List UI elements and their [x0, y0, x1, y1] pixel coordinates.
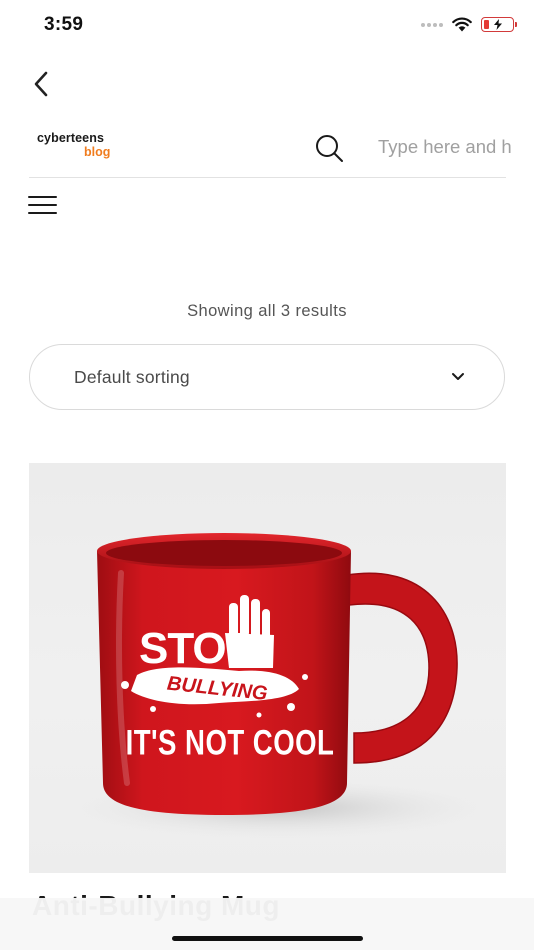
status-bar: 3:59	[0, 0, 534, 54]
logo-text-bottom: blog	[84, 144, 111, 159]
back-button[interactable]	[26, 66, 56, 102]
site-logo[interactable]: cyberteens blog	[37, 132, 132, 158]
bottom-bar	[0, 898, 534, 950]
status-time: 3:59	[44, 14, 84, 35]
chevron-down-icon	[452, 373, 464, 380]
mug-handle	[346, 572, 458, 764]
status-icons	[421, 17, 517, 32]
result-count: Showing all 3 results	[187, 302, 347, 320]
mug-text-stop: STOP	[139, 624, 254, 673]
search-icon[interactable]	[313, 132, 345, 164]
site-header: cyberteens blog	[0, 118, 534, 178]
signal-dots-icon	[421, 22, 443, 27]
wifi-icon	[452, 17, 472, 32]
mug-text-slogan: IT'S NOT COOL	[126, 722, 335, 762]
search-input[interactable]	[378, 130, 534, 164]
product-image[interactable]: STOP BULLYING IT'S NOT COOL	[29, 463, 506, 873]
home-indicator[interactable]	[172, 936, 363, 941]
header-divider	[29, 177, 506, 178]
sort-selected-value: Default sorting	[74, 367, 190, 387]
sort-select[interactable]: Default sorting	[29, 344, 505, 410]
battery-low-charging-icon	[481, 17, 517, 32]
hamburger-menu-icon[interactable]	[28, 193, 60, 217]
chevron-left-icon	[34, 71, 48, 97]
logo-text-top: cyberteens	[37, 131, 105, 145]
